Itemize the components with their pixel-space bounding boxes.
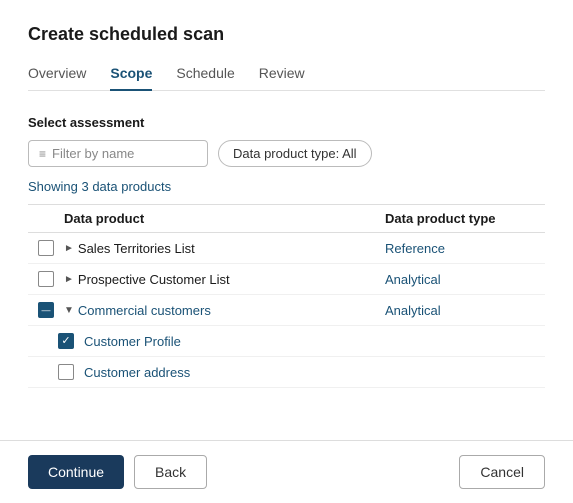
row-check-col — [48, 364, 84, 380]
table-row: Customer address — [28, 357, 545, 388]
tab-schedule[interactable]: Schedule — [176, 65, 234, 91]
header-check-col — [28, 211, 64, 226]
continue-button[interactable]: Continue — [28, 455, 124, 489]
row-type-prospective-customer: Analytical — [385, 272, 545, 287]
cancel-button[interactable]: Cancel — [459, 455, 545, 489]
filter-icon: ≡ — [39, 147, 46, 161]
assessment-section-label: Select assessment — [28, 115, 545, 130]
table-row: ▼ Commercial customers Analytical — [28, 295, 545, 326]
row-check-col — [28, 271, 64, 287]
table-row: ► Sales Territories List Reference — [28, 233, 545, 264]
checkbox-customer-profile[interactable] — [58, 333, 74, 349]
filter-input[interactable]: ≡ Filter by name — [28, 140, 208, 167]
checkbox-prospective-customer[interactable] — [38, 271, 54, 287]
checkbox-sales-territories[interactable] — [38, 240, 54, 256]
table-row: Customer Profile — [28, 326, 545, 357]
checkbox-commercial-customers[interactable] — [38, 302, 54, 318]
footer-left-buttons: Continue Back — [28, 455, 207, 489]
footer: Continue Back Cancel — [0, 440, 573, 503]
row-check-col — [28, 302, 64, 318]
row-label-sales-territories: ► Sales Territories List — [64, 241, 385, 256]
row-check-col — [28, 240, 64, 256]
expand-icon[interactable]: ▼ — [64, 305, 74, 316]
row-label-customer-address: Customer address — [84, 365, 385, 380]
expand-icon[interactable]: ► — [64, 243, 74, 254]
showing-count: Showing 3 data products — [28, 179, 545, 194]
tab-overview[interactable]: Overview — [28, 65, 86, 91]
tab-review[interactable]: Review — [259, 65, 305, 91]
row-type-commercial-customers: Analytical — [385, 303, 545, 318]
back-button[interactable]: Back — [134, 455, 207, 489]
header-type-col: Data product type — [385, 211, 545, 226]
filter-placeholder: Filter by name — [52, 146, 134, 161]
filter-row: ≡ Filter by name Data product type: All — [28, 140, 545, 167]
page-title: Create scheduled scan — [28, 24, 545, 45]
row-type-sales-territories: Reference — [385, 241, 545, 256]
row-label-customer-profile: Customer Profile — [84, 334, 385, 349]
table-row: ► Prospective Customer List Analytical — [28, 264, 545, 295]
row-check-col — [48, 333, 84, 349]
type-filter-button[interactable]: Data product type: All — [218, 140, 372, 167]
checkbox-customer-address[interactable] — [58, 364, 74, 380]
expand-icon[interactable]: ► — [64, 274, 74, 285]
header-product-col: Data product — [64, 211, 385, 226]
tab-bar: Overview Scope Schedule Review — [28, 65, 545, 91]
row-label-prospective-customer: ► Prospective Customer List — [64, 272, 385, 287]
data-products-table: Data product Data product type ► Sales T… — [28, 204, 545, 388]
table-header: Data product Data product type — [28, 205, 545, 233]
row-label-commercial-customers: ▼ Commercial customers — [64, 303, 385, 318]
tab-scope[interactable]: Scope — [110, 65, 152, 91]
